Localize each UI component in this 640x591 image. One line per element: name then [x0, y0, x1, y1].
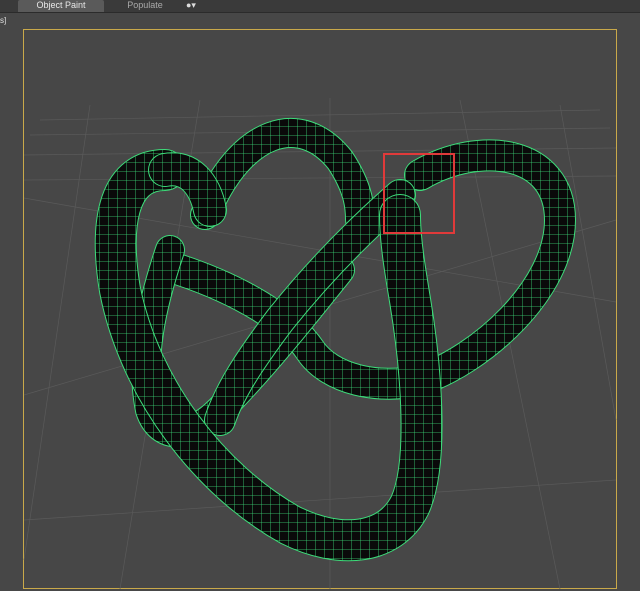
viewport-canvas[interactable] [0, 0, 640, 591]
torus-knot-mesh [94, 118, 577, 562]
